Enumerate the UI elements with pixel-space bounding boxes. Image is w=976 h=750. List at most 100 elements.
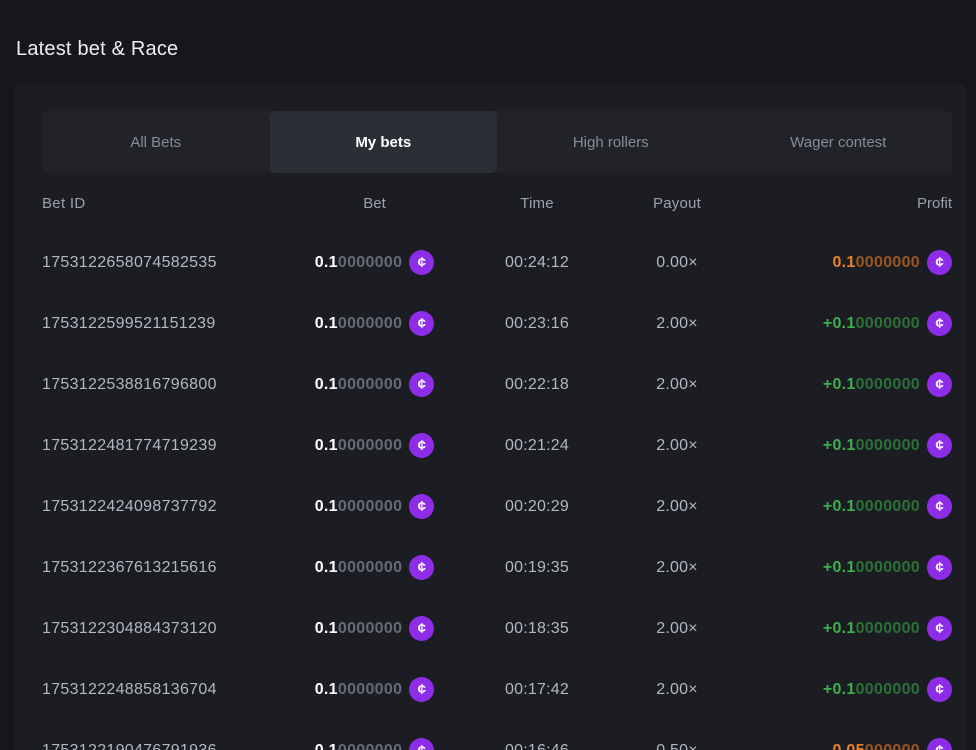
tab-label: High rollers bbox=[573, 134, 649, 151]
column-header-time: Time bbox=[467, 195, 607, 212]
time-value: 00:21:24 bbox=[467, 437, 607, 455]
table-row[interactable]: 1753122367613215616 0.10000000 ¢ 00:19:3… bbox=[42, 537, 952, 598]
cent-coin-icon: ¢ bbox=[927, 555, 952, 580]
tab-high-rollers[interactable]: High rollers bbox=[497, 111, 725, 173]
profit-cell: +0.10000000 ¢ bbox=[747, 555, 952, 580]
bet-amount-cell: 0.10000000 ¢ bbox=[282, 555, 467, 580]
bet-amount-cell: 0.10000000 ¢ bbox=[282, 616, 467, 641]
bet-amount: 0.10000000 bbox=[315, 559, 403, 577]
cent-coin-icon: ¢ bbox=[409, 433, 434, 458]
cent-coin-icon: ¢ bbox=[927, 494, 952, 519]
bet-amount: 0.10000000 bbox=[315, 681, 403, 699]
page-title: Latest bet & Race bbox=[16, 36, 976, 62]
bet-amount-cell: 0.10000000 ¢ bbox=[282, 372, 467, 397]
cent-coin-icon: ¢ bbox=[409, 494, 434, 519]
tab-label: Wager contest bbox=[790, 134, 886, 151]
payout-value: 0.00× bbox=[607, 254, 747, 272]
bet-id-value: 1753122367613215616 bbox=[42, 559, 282, 577]
profit-cell: +0.10000000 ¢ bbox=[747, 311, 952, 336]
bet-id-value: 1753122424098737792 bbox=[42, 498, 282, 516]
bet-amount-cell: 0.10000000 ¢ bbox=[282, 433, 467, 458]
payout-value: 2.00× bbox=[607, 559, 747, 577]
cent-coin-icon: ¢ bbox=[409, 616, 434, 641]
profit-cell: +0.10000000 ¢ bbox=[747, 616, 952, 641]
profit-amount: +0.10000000 bbox=[823, 620, 920, 638]
bet-amount: 0.10000000 bbox=[315, 742, 403, 750]
cent-coin-icon: ¢ bbox=[927, 372, 952, 397]
table-body: 1753122658074582535 0.10000000 ¢ 00:24:1… bbox=[42, 232, 952, 750]
profit-cell: +0.10000000 ¢ bbox=[747, 372, 952, 397]
table-row[interactable]: 1753122190476791936 0.10000000 ¢ 00:16:4… bbox=[42, 720, 952, 750]
bet-amount: 0.10000000 bbox=[315, 437, 403, 455]
payout-value: 2.00× bbox=[607, 681, 747, 699]
page: Latest bet & Race All Bets My bets High … bbox=[0, 36, 976, 750]
cent-coin-icon: ¢ bbox=[409, 372, 434, 397]
time-value: 00:22:18 bbox=[467, 376, 607, 394]
bet-amount-cell: 0.10000000 ¢ bbox=[282, 311, 467, 336]
table-row[interactable]: 1753122248858136704 0.10000000 ¢ 00:17:4… bbox=[42, 659, 952, 720]
bet-amount: 0.10000000 bbox=[315, 498, 403, 516]
profit-cell: +0.10000000 ¢ bbox=[747, 494, 952, 519]
table-row[interactable]: 1753122424098737792 0.10000000 ¢ 00:20:2… bbox=[42, 476, 952, 537]
bet-amount-cell: 0.10000000 ¢ bbox=[282, 250, 467, 275]
profit-amount: +0.10000000 bbox=[823, 559, 920, 577]
tab-all-bets[interactable]: All Bets bbox=[42, 111, 270, 173]
profit-amount: +0.10000000 bbox=[823, 681, 920, 699]
time-value: 00:17:42 bbox=[467, 681, 607, 699]
profit-amount: +0.10000000 bbox=[823, 376, 920, 394]
column-header-bet-id: Bet ID bbox=[42, 195, 282, 212]
payout-value: 2.00× bbox=[607, 620, 747, 638]
cent-coin-icon: ¢ bbox=[927, 738, 952, 750]
profit-cell: +0.10000000 ¢ bbox=[747, 433, 952, 458]
bet-amount: 0.10000000 bbox=[315, 315, 403, 333]
bets-panel: All Bets My bets High rollers Wager cont… bbox=[14, 83, 966, 750]
cent-coin-icon: ¢ bbox=[409, 250, 434, 275]
time-value: 00:24:12 bbox=[467, 254, 607, 272]
tab-bar: All Bets My bets High rollers Wager cont… bbox=[42, 111, 952, 173]
table-row[interactable]: 1753122481774719239 0.10000000 ¢ 00:21:2… bbox=[42, 415, 952, 476]
time-value: 00:18:35 bbox=[467, 620, 607, 638]
payout-value: 2.00× bbox=[607, 437, 747, 455]
tab-label: My bets bbox=[355, 134, 411, 151]
tab-label: All Bets bbox=[130, 134, 181, 151]
table-header-row: Bet ID Bet Time Payout Profit bbox=[42, 181, 952, 225]
bet-amount: 0.10000000 bbox=[315, 254, 403, 272]
profit-cell: +0.10000000 ¢ bbox=[747, 677, 952, 702]
tab-wager-contest[interactable]: Wager contest bbox=[725, 111, 953, 173]
profit-cell: 0.10000000 ¢ bbox=[747, 250, 952, 275]
cent-coin-icon: ¢ bbox=[927, 311, 952, 336]
table-row[interactable]: 1753122658074582535 0.10000000 ¢ 00:24:1… bbox=[42, 232, 952, 293]
payout-value: 2.00× bbox=[607, 498, 747, 516]
profit-amount: 0.10000000 bbox=[832, 254, 920, 272]
cent-coin-icon: ¢ bbox=[409, 677, 434, 702]
bet-id-value: 1753122248858136704 bbox=[42, 681, 282, 699]
cent-coin-icon: ¢ bbox=[409, 738, 434, 750]
bet-amount: 0.10000000 bbox=[315, 376, 403, 394]
profit-cell: 0.05000000 ¢ bbox=[747, 738, 952, 750]
bet-id-value: 1753122304884373120 bbox=[42, 620, 282, 638]
bet-id-value: 1753122481774719239 bbox=[42, 437, 282, 455]
bet-amount-cell: 0.10000000 ¢ bbox=[282, 677, 467, 702]
table-row[interactable]: 1753122599521151239 0.10000000 ¢ 00:23:1… bbox=[42, 293, 952, 354]
column-header-payout: Payout bbox=[607, 195, 747, 212]
tab-my-bets[interactable]: My bets bbox=[270, 111, 498, 173]
payout-value: 2.00× bbox=[607, 315, 747, 333]
profit-amount: +0.10000000 bbox=[823, 498, 920, 516]
bet-id-value: 1753122538816796800 bbox=[42, 376, 282, 394]
cent-coin-icon: ¢ bbox=[927, 677, 952, 702]
bet-id-value: 1753122599521151239 bbox=[42, 315, 282, 333]
table-row[interactable]: 1753122538816796800 0.10000000 ¢ 00:22:1… bbox=[42, 354, 952, 415]
bet-id-value: 1753122658074582535 bbox=[42, 254, 282, 272]
payout-value: 2.00× bbox=[607, 376, 747, 394]
payout-value: 0.50× bbox=[607, 742, 747, 750]
column-header-profit: Profit bbox=[747, 195, 952, 212]
table-row[interactable]: 1753122304884373120 0.10000000 ¢ 00:18:3… bbox=[42, 598, 952, 659]
profit-amount: 0.05000000 bbox=[832, 742, 920, 750]
column-header-bet: Bet bbox=[282, 195, 467, 212]
cent-coin-icon: ¢ bbox=[409, 311, 434, 336]
time-value: 00:19:35 bbox=[467, 559, 607, 577]
time-value: 00:20:29 bbox=[467, 498, 607, 516]
bet-id-value: 1753122190476791936 bbox=[42, 742, 282, 750]
bet-amount-cell: 0.10000000 ¢ bbox=[282, 494, 467, 519]
profit-amount: +0.10000000 bbox=[823, 315, 920, 333]
